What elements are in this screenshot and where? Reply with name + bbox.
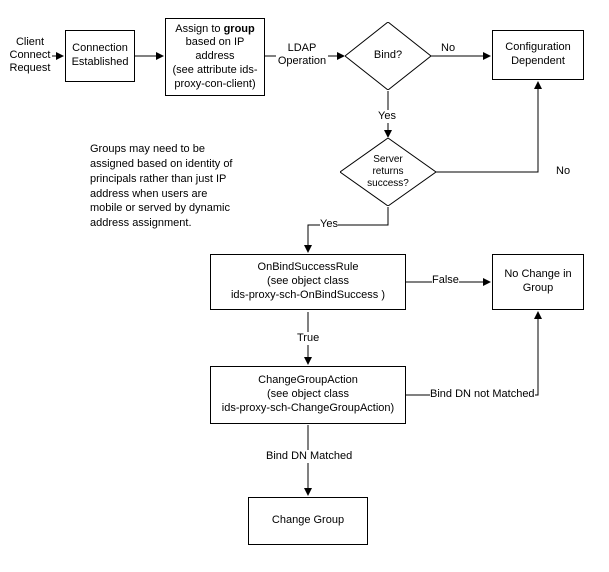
- node-config-dependent: Configuration Dependent: [492, 30, 584, 80]
- edge-label-bind-dn-matched: Bind DN Matched: [266, 450, 352, 463]
- edge-label-yes-2: Yes: [320, 218, 338, 231]
- node-changegroupaction: ChangeGroupAction(see object classids-pr…: [210, 366, 406, 424]
- node-obsr-text: OnBindSuccessRule(see object classids-pr…: [231, 261, 385, 302]
- node-assign-group-text: Assign to groupbased on IPaddress(see at…: [173, 23, 258, 92]
- edge-label-no-2: No: [556, 165, 570, 178]
- decision-server-success: Server returns success?: [340, 138, 436, 206]
- edge-label-no-1: No: [441, 42, 455, 55]
- decision-bind-text: Bind?: [374, 49, 402, 62]
- edge-label-false: False: [432, 274, 459, 287]
- start-label: Client Connect Request: [8, 36, 52, 76]
- decision-server-success-text: Server returns success?: [367, 154, 409, 190]
- edge-label-true: True: [297, 332, 319, 345]
- decision-bind: Bind?: [345, 22, 431, 90]
- edge-label-yes-1: Yes: [378, 110, 396, 123]
- node-cga-text: ChangeGroupAction(see object classids-pr…: [222, 374, 394, 415]
- node-change-group: Change Group: [248, 497, 368, 545]
- node-onbindsuccessrule: OnBindSuccessRule(see object classids-pr…: [210, 254, 406, 310]
- node-connection-established: Connection Established: [65, 30, 135, 82]
- edge-label-ldap-operation: LDAP Operation: [276, 42, 328, 68]
- annotation-text: Groups may need to be assigned based on …: [90, 142, 260, 231]
- node-no-change-group: No Change in Group: [492, 254, 584, 310]
- node-assign-group: Assign to groupbased on IPaddress(see at…: [165, 18, 265, 96]
- edge-label-bind-dn-not-matched: Bind DN not Matched: [430, 388, 535, 401]
